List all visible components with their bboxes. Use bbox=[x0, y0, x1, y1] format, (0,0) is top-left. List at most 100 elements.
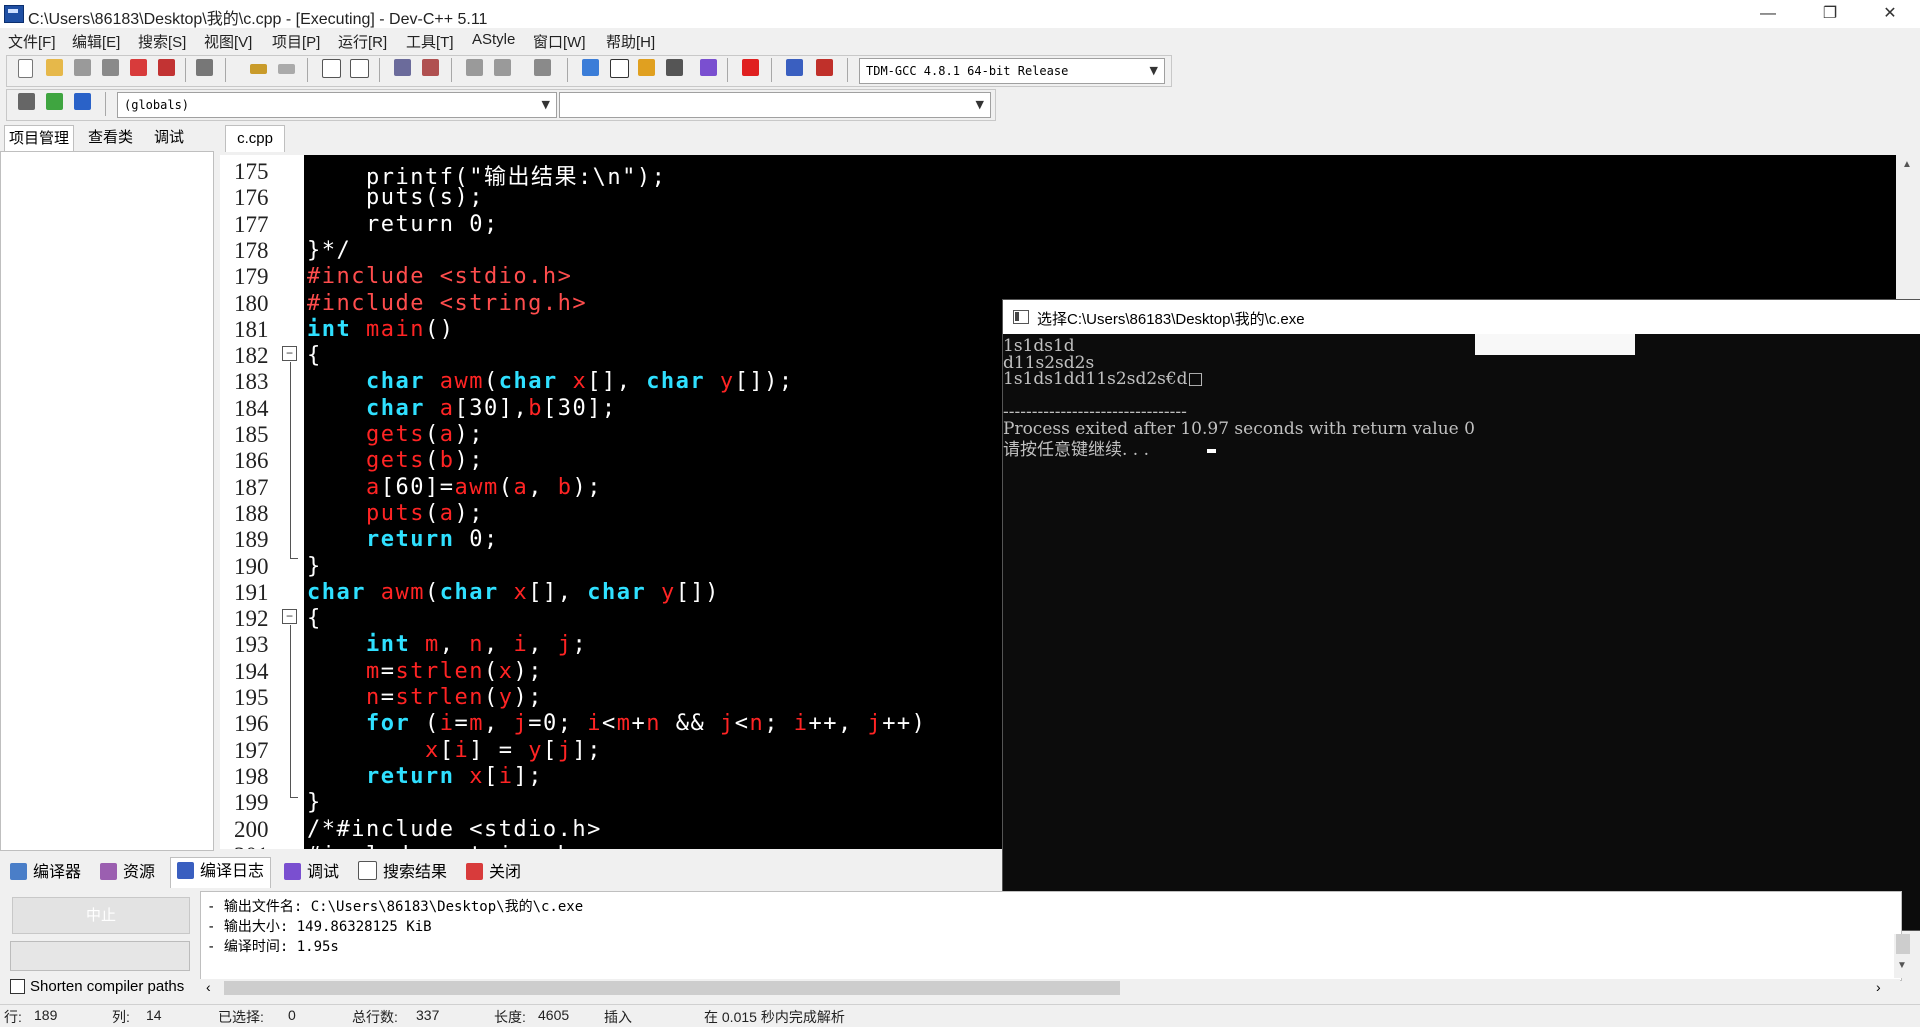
toolbar-separator bbox=[451, 58, 452, 82]
undo-button[interactable] bbox=[247, 56, 271, 80]
fold-toggle-awm[interactable]: − bbox=[282, 609, 297, 624]
goto-bookmark-button[interactable] bbox=[71, 90, 95, 114]
log-vertical-scrollbar[interactable]: ▼ bbox=[1894, 934, 1912, 978]
menu-search[interactable]: 搜索[S] bbox=[138, 31, 186, 52]
menu-tools[interactable]: 工具[T] bbox=[406, 31, 454, 52]
line-number: 178 bbox=[234, 237, 269, 263]
project-tree-panel[interactable] bbox=[0, 151, 214, 851]
log-horizontal-scrollbar[interactable]: ‹ › bbox=[200, 979, 1900, 997]
tab-search-results[interactable]: 搜索结果 bbox=[358, 859, 447, 887]
menu-view[interactable]: 视图[V] bbox=[204, 31, 252, 52]
status-length: 4605 bbox=[538, 1007, 570, 1023]
menu-project[interactable]: 项目[P] bbox=[272, 31, 320, 52]
toolbar-separator bbox=[727, 58, 728, 82]
compile-button[interactable] bbox=[579, 56, 603, 80]
scroll-right-icon[interactable]: › bbox=[1876, 979, 1881, 995]
indent-button[interactable] bbox=[391, 56, 415, 80]
tab-project[interactable]: 项目管理 bbox=[4, 125, 75, 152]
minimize-button[interactable]: — bbox=[1740, 0, 1796, 28]
save-button[interactable] bbox=[71, 56, 95, 80]
line-number: 201 bbox=[234, 843, 269, 849]
console-title-bar[interactable]: 选择C:\Users\86183\Desktop\我的\c.exe bbox=[1003, 300, 1920, 334]
bookmark-button[interactable] bbox=[531, 56, 555, 80]
restore-button[interactable]: ❐ bbox=[1802, 0, 1858, 28]
save-all-button[interactable] bbox=[99, 56, 123, 80]
status-insert-mode: 插入 bbox=[604, 1009, 632, 1025]
status-col-label: 列: bbox=[112, 1009, 130, 1025]
fold-guide-end bbox=[290, 558, 298, 559]
debug-button[interactable] bbox=[813, 56, 837, 80]
close-all-icon bbox=[158, 59, 175, 76]
code-line: char awm(char x[], char y[]); bbox=[365, 369, 794, 395]
menu-help[interactable]: 帮助[H] bbox=[606, 31, 655, 52]
tab-classes[interactable]: 查看类 bbox=[84, 125, 137, 151]
log-vscroll-thumb[interactable] bbox=[1896, 934, 1910, 954]
tab-close[interactable]: 关闭 bbox=[466, 859, 521, 887]
line-number: 193 bbox=[234, 632, 269, 658]
new-file-icon bbox=[18, 59, 33, 78]
log-scroll-thumb[interactable] bbox=[224, 981, 1120, 995]
tab-compiler-label: 编译器 bbox=[33, 864, 82, 881]
devcpp-app-icon[interactable] bbox=[4, 5, 24, 23]
status-row-label: 行: bbox=[4, 1009, 22, 1025]
code-line: x[i] = y[j]; bbox=[424, 737, 602, 763]
console-window[interactable]: 选择C:\Users\86183\Desktop\我的\c.exe 1s1ds1… bbox=[1002, 299, 1920, 931]
shorten-paths-checkbox[interactable] bbox=[10, 979, 25, 994]
replace-button[interactable] bbox=[347, 56, 371, 80]
console-title: 选择C:\Users\86183\Desktop\我的\c.exe bbox=[1037, 311, 1305, 328]
open-button[interactable] bbox=[43, 56, 67, 80]
find-button[interactable] bbox=[319, 56, 343, 80]
menu-file[interactable]: 文件[F] bbox=[8, 31, 56, 52]
stop-execution-button[interactable] bbox=[739, 56, 763, 80]
rebuild-button[interactable] bbox=[663, 56, 687, 80]
code-line: n=strlen(y); bbox=[365, 685, 543, 710]
compile-log[interactable]: - 输出文件名: C:\Users\86183\Desktop\我的\c.exe… bbox=[200, 891, 1902, 981]
goto-next-button[interactable] bbox=[491, 56, 515, 80]
compile-progress-bar bbox=[10, 941, 190, 971]
goto-prev-button[interactable] bbox=[463, 56, 487, 80]
unindent-button[interactable] bbox=[419, 56, 443, 80]
scope-select[interactable]: (globals) ▼ bbox=[117, 92, 557, 118]
tab-compiler[interactable]: 编译器 bbox=[10, 859, 81, 887]
line-number: 179 bbox=[234, 264, 269, 290]
console-cursor bbox=[1207, 449, 1216, 453]
menu-astyle[interactable]: AStyle bbox=[472, 31, 515, 48]
menu-window[interactable]: 窗口[W] bbox=[533, 31, 586, 52]
profile-button[interactable] bbox=[783, 56, 807, 80]
member-select[interactable]: ▼ bbox=[559, 92, 991, 118]
insert-button[interactable] bbox=[15, 90, 39, 114]
compile-run-button[interactable] bbox=[635, 56, 659, 80]
code-line: char a[30],b[30]; bbox=[365, 395, 617, 421]
code-line: printf("输出结果:\n"); bbox=[307, 165, 667, 190]
console-app-icon bbox=[1013, 310, 1029, 324]
editor-tab-c-cpp[interactable]: c.cpp bbox=[225, 125, 285, 152]
new-file-button[interactable] bbox=[15, 56, 39, 80]
compiler-select[interactable]: TDM-GCC 4.8.1 64-bit Release ▼ bbox=[859, 58, 1165, 84]
menu-run[interactable]: 运行[R] bbox=[338, 31, 387, 52]
close-file-button[interactable] bbox=[127, 56, 151, 80]
print-button[interactable] bbox=[193, 56, 217, 80]
close-all-button[interactable] bbox=[155, 56, 179, 80]
syntax-check-button[interactable] bbox=[697, 56, 721, 80]
redo-button[interactable] bbox=[275, 56, 299, 80]
scroll-up-icon[interactable]: ▲ bbox=[1902, 159, 1912, 170]
run-button[interactable] bbox=[607, 56, 631, 80]
line-number: 195 bbox=[234, 685, 269, 710]
title-bar: C:\Users\86183\Desktop\我的\c.cpp - [Execu… bbox=[0, 0, 1920, 28]
compile-run-icon bbox=[638, 59, 655, 76]
scroll-down-icon[interactable]: ▼ bbox=[1897, 960, 1907, 971]
tab-resources[interactable]: 资源 bbox=[100, 859, 155, 887]
tab-debug-output[interactable]: 调试 bbox=[284, 859, 339, 887]
menu-edit[interactable]: 编辑[E] bbox=[72, 31, 120, 52]
fold-toggle-main[interactable]: − bbox=[282, 346, 297, 361]
chevron-down-icon: ▼ bbox=[1149, 64, 1158, 77]
scroll-left-icon[interactable]: ‹ bbox=[206, 979, 211, 995]
stop-button[interactable]: 中止 bbox=[12, 897, 190, 934]
code-line: #include <string.h> bbox=[307, 290, 588, 316]
tab-compile-log[interactable]: 编译日志 bbox=[170, 857, 272, 888]
toggle-bookmark-button[interactable] bbox=[43, 90, 67, 114]
close-window-button[interactable]: ✕ bbox=[1862, 0, 1918, 28]
log-line: - 输出大小: 149.86328125 KiB bbox=[207, 919, 432, 935]
tab-debug[interactable]: 调试 bbox=[150, 125, 188, 151]
close-file-icon bbox=[130, 59, 147, 76]
